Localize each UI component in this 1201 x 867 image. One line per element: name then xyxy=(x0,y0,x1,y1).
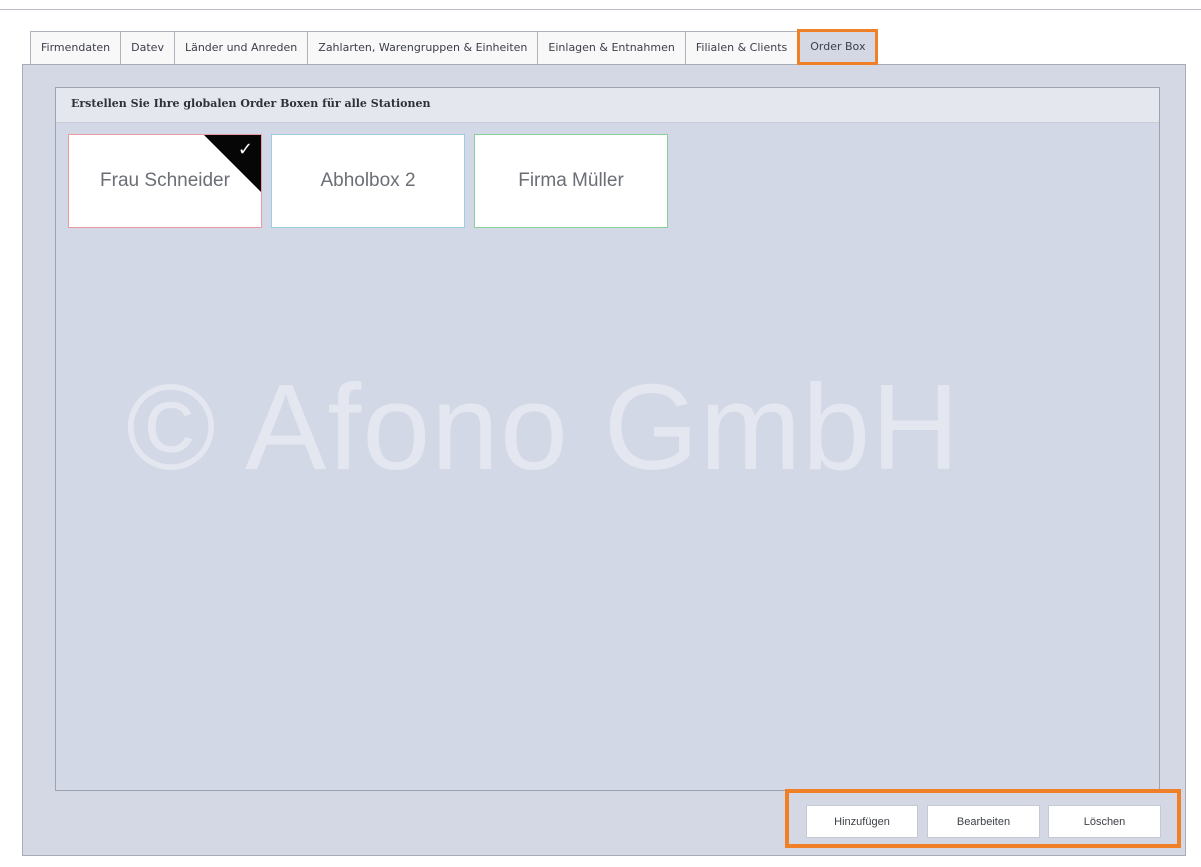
add-button[interactable]: Hinzufügen xyxy=(806,805,918,838)
order-box-tile[interactable]: Abholbox 2 xyxy=(271,134,465,228)
top-divider xyxy=(0,9,1201,10)
order-box-label: Abholbox 2 xyxy=(320,170,416,191)
order-box-tile[interactable]: Firma Müller xyxy=(474,134,668,228)
checkmark-icon: ✓ xyxy=(237,139,253,160)
tab-order-box[interactable]: Order Box xyxy=(797,29,879,65)
settings-tabs: Firmendaten Datev Länder und Anreden Zah… xyxy=(30,29,879,65)
edit-button[interactable]: Bearbeiten xyxy=(927,805,1040,838)
tab-datev[interactable]: Datev xyxy=(120,31,175,64)
tab-einlagen-entnahmen[interactable]: Einlagen & Entnahmen xyxy=(537,31,686,64)
delete-button[interactable]: Löschen xyxy=(1048,805,1161,838)
tab-laender-anreden[interactable]: Länder und Anreden xyxy=(173,31,309,64)
tab-zahlarten-warengruppen[interactable]: Zahlarten, Warengruppen & Einheiten xyxy=(307,31,539,64)
order-box-group: Erstellen Sie Ihre globalen Order Boxen … xyxy=(55,87,1160,791)
tab-filialen-clients[interactable]: Filialen & Clients xyxy=(684,31,799,64)
tab-firmendaten[interactable]: Firmendaten xyxy=(30,31,122,64)
order-box-label: Firma Müller xyxy=(518,170,624,191)
order-box-tile[interactable]: Frau Schneider ✓ xyxy=(68,134,262,228)
group-title: Erstellen Sie Ihre globalen Order Boxen … xyxy=(56,88,1159,123)
